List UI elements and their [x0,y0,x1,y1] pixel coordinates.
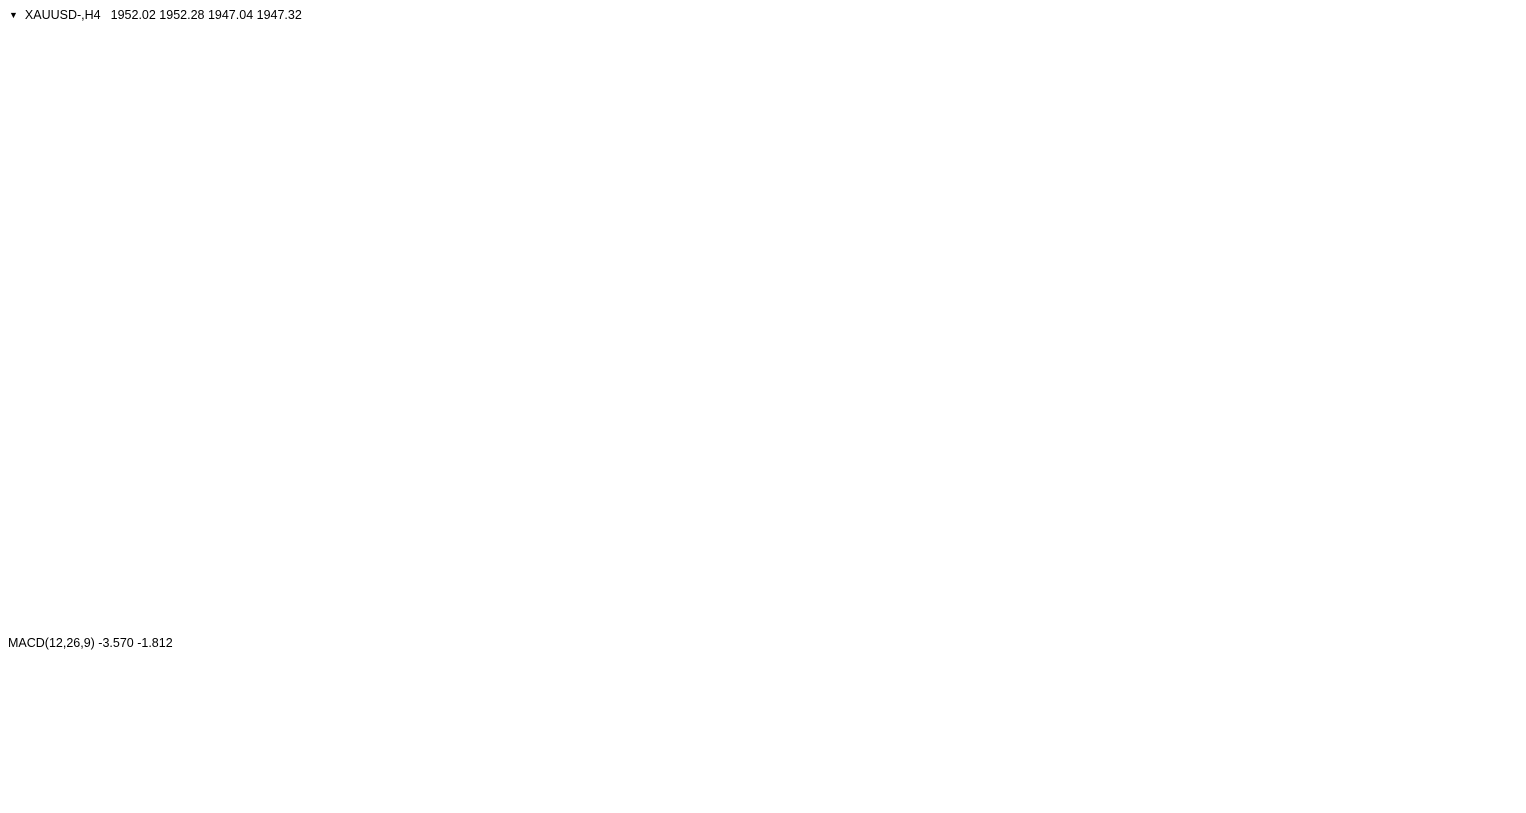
ohlc-quote: 1952.02 1952.28 1947.04 1947.32 [111,8,302,22]
symbol-dropdown-icon[interactable]: ▼ [9,11,18,20]
symbol-period-label: XAUUSD-,H4 [25,8,101,22]
chart-window: ▼ XAUUSD-,H4 1952.02 1952.28 1947.04 194… [0,0,1526,813]
quote-bar: ▼ XAUUSD-,H4 1952.02 1952.28 1947.04 194… [9,8,302,22]
macd-indicator-label: MACD(12,26,9) -3.570 -1.812 [8,636,173,650]
chart-canvas[interactable] [0,0,1526,813]
